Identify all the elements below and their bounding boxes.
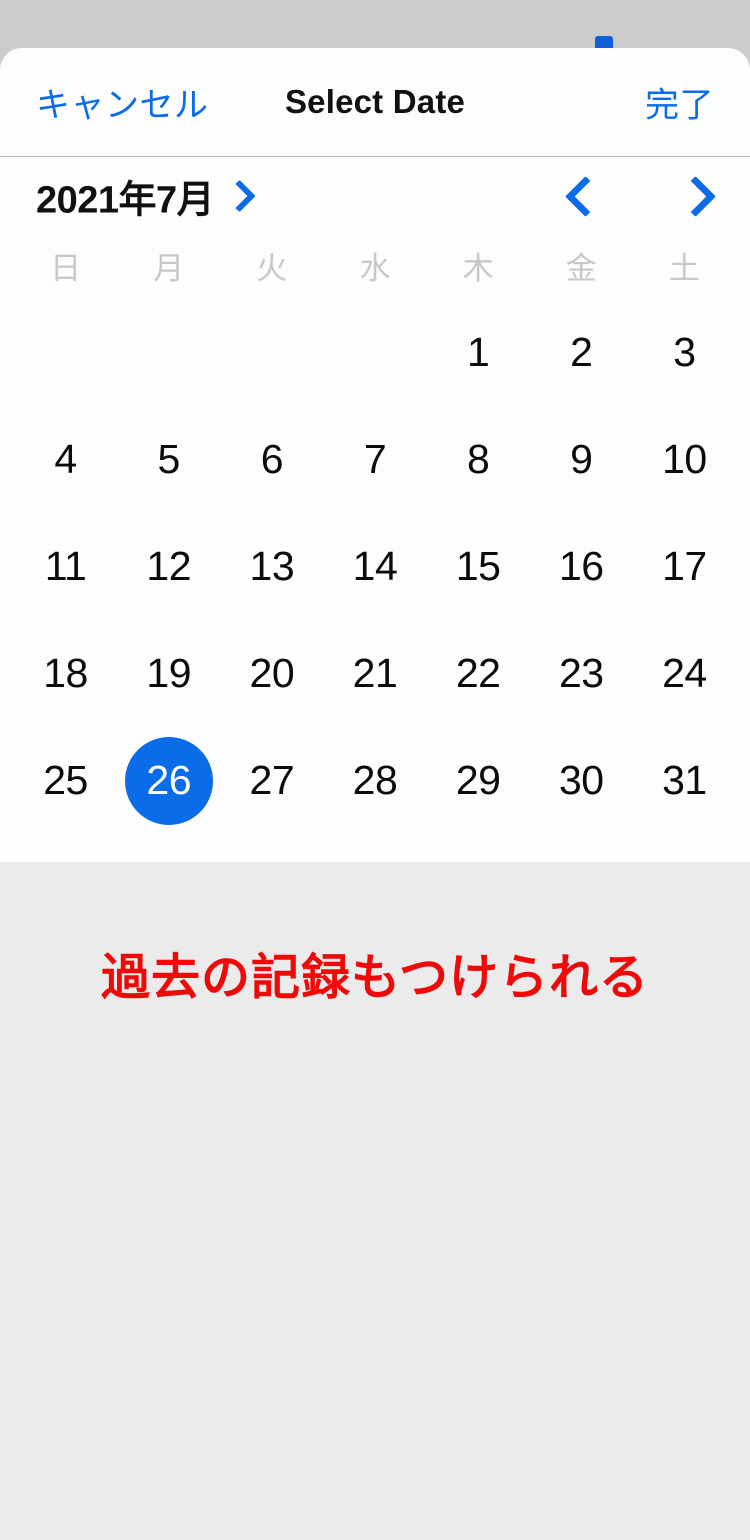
calendar-day[interactable]: 24 bbox=[640, 630, 728, 718]
weekday-label: 火 bbox=[256, 250, 288, 286]
weekday-label: 木 bbox=[462, 250, 494, 286]
calendar-day-blank bbox=[323, 299, 426, 406]
calendar-day[interactable]: 16 bbox=[537, 523, 625, 611]
weekday-label: 金 bbox=[565, 250, 597, 286]
calendar-day-blank-inner bbox=[125, 309, 213, 397]
calendar-day-cell[interactable]: 12 bbox=[117, 513, 220, 620]
calendar-day[interactable]: 15 bbox=[434, 523, 522, 611]
calendar-day[interactable]: 30 bbox=[537, 737, 625, 825]
calendar-day[interactable]: 10 bbox=[640, 416, 728, 504]
calendar-day-cell[interactable]: 21 bbox=[323, 620, 426, 727]
calendar-day-blank bbox=[117, 299, 220, 406]
calendar-day[interactable]: 3 bbox=[640, 309, 728, 397]
calendar-day-cell[interactable]: 11 bbox=[14, 513, 117, 620]
calendar-day-blank-inner bbox=[331, 309, 419, 397]
calendar-day[interactable]: 8 bbox=[434, 416, 522, 504]
calendar-day[interactable]: 23 bbox=[537, 630, 625, 718]
calendar-day-blank-inner bbox=[22, 309, 110, 397]
calendar-day[interactable]: 20 bbox=[228, 630, 316, 718]
calendar-day-cell[interactable]: 10 bbox=[633, 406, 736, 513]
month-selector-button[interactable]: 2021年7月 bbox=[36, 169, 256, 224]
calendar-day-cell[interactable]: 22 bbox=[427, 620, 530, 727]
calendar-day-cell[interactable]: 3 bbox=[633, 299, 736, 406]
weekday-header-row: 日月火水木金土 bbox=[0, 235, 750, 295]
calendar-day-cell[interactable]: 9 bbox=[530, 406, 633, 513]
calendar-day[interactable]: 28 bbox=[331, 737, 419, 825]
calendar-day-cell[interactable]: 15 bbox=[427, 513, 530, 620]
calendar-day-cell[interactable]: 14 bbox=[323, 513, 426, 620]
calendar-day-cell[interactable]: 6 bbox=[220, 406, 323, 513]
calendar-day[interactable]: 27 bbox=[228, 737, 316, 825]
calendar-day[interactable]: 18 bbox=[22, 630, 110, 718]
calendar-day[interactable]: 19 bbox=[125, 630, 213, 718]
weekday-label: 月 bbox=[153, 250, 185, 286]
calendar-day-cell[interactable]: 25 bbox=[14, 727, 117, 834]
calendar-day-blank bbox=[220, 299, 323, 406]
calendar-day-cell[interactable]: 16 bbox=[530, 513, 633, 620]
calendar-day-cell[interactable]: 2 bbox=[530, 299, 633, 406]
chevron-right-icon bbox=[223, 179, 256, 213]
calendar-day-cell[interactable]: 28 bbox=[323, 727, 426, 834]
calendar-day-cell[interactable]: 8 bbox=[427, 406, 530, 513]
calendar-day[interactable]: 5 bbox=[125, 416, 213, 504]
calendar-day[interactable]: 21 bbox=[331, 630, 419, 718]
calendar-day[interactable]: 6 bbox=[228, 416, 316, 504]
month-label: 2021年7月 bbox=[36, 179, 215, 222]
weekday-label: 水 bbox=[359, 250, 391, 286]
calendar-day-cell[interactable]: 19 bbox=[117, 620, 220, 727]
calendar-days-grid: 1 2 3 4 5 6 7 8 9 10 11 12 13 14 15 16 17 18 19 20 21 22 23 24 2… bbox=[0, 299, 750, 834]
calendar-day[interactable]: 7 bbox=[331, 416, 419, 504]
done-button[interactable]: 完了 bbox=[645, 78, 714, 127]
calendar-day-cell[interactable]: 29 bbox=[427, 727, 530, 834]
calendar-day-cell[interactable]: 5 bbox=[117, 406, 220, 513]
calendar-day[interactable]: 13 bbox=[228, 523, 316, 611]
annotation-text: 過去の記録もつけられる bbox=[100, 951, 650, 1005]
calendar-day[interactable]: 2 bbox=[537, 309, 625, 397]
month-stepper bbox=[558, 169, 722, 223]
chevron-left-icon bbox=[564, 175, 606, 217]
calendar-day-blank bbox=[14, 299, 117, 406]
calendar-day[interactable]: 31 bbox=[640, 737, 728, 825]
calendar-day-cell[interactable]: 4 bbox=[14, 406, 117, 513]
calendar-day-blank-inner bbox=[228, 309, 316, 397]
calendar-day[interactable]: 22 bbox=[434, 630, 522, 718]
calendar-day-cell[interactable]: 24 bbox=[633, 620, 736, 727]
weekday-label: 土 bbox=[668, 250, 700, 286]
calendar-day[interactable]: 1 bbox=[434, 309, 522, 397]
calendar-day[interactable]: 11 bbox=[22, 523, 110, 611]
calendar-day-cell[interactable]: 27 bbox=[220, 727, 323, 834]
sheet-title: Select Date bbox=[284, 83, 466, 120]
calendar-day[interactable]: 4 bbox=[22, 416, 110, 504]
chevron-right-icon bbox=[674, 175, 716, 217]
month-navigation-bar: 2021年7月 bbox=[0, 157, 750, 235]
calendar-day-cell[interactable]: 7 bbox=[323, 406, 426, 513]
calendar-day-selected[interactable]: 26 bbox=[124, 736, 213, 825]
calendar-day-cell[interactable]: 23 bbox=[530, 620, 633, 727]
calendar-day[interactable]: 25 bbox=[22, 737, 110, 825]
calendar-day[interactable]: 12 bbox=[125, 523, 213, 611]
calendar-day[interactable]: 9 bbox=[537, 416, 625, 504]
calendar-day-cell[interactable]: 31 bbox=[633, 727, 736, 834]
next-month-button[interactable] bbox=[668, 169, 722, 223]
calendar-day-cell[interactable]: 20 bbox=[220, 620, 323, 727]
calendar-day-cell[interactable]: 30 bbox=[530, 727, 633, 834]
weekday-label: 日 bbox=[50, 250, 82, 286]
calendar-day-cell[interactable]: 13 bbox=[220, 513, 323, 620]
calendar-day[interactable]: 14 bbox=[331, 523, 419, 611]
calendar-day[interactable]: 17 bbox=[640, 523, 728, 611]
calendar-day-cell[interactable]: 1 bbox=[427, 299, 530, 406]
calendar-day[interactable]: 29 bbox=[434, 737, 522, 825]
previous-month-button[interactable] bbox=[558, 169, 612, 223]
calendar-day-cell[interactable]: 17 bbox=[633, 513, 736, 620]
date-picker-sheet: キャンセル Select Date 完了 2021年7月 日月火水木金土 123… bbox=[0, 48, 750, 862]
calendar-day-cell[interactable]: 18 bbox=[14, 620, 117, 727]
calendar-day-cell[interactable]: 26 bbox=[117, 727, 220, 834]
sheet-header: キャンセル Select Date 完了 bbox=[0, 48, 750, 157]
